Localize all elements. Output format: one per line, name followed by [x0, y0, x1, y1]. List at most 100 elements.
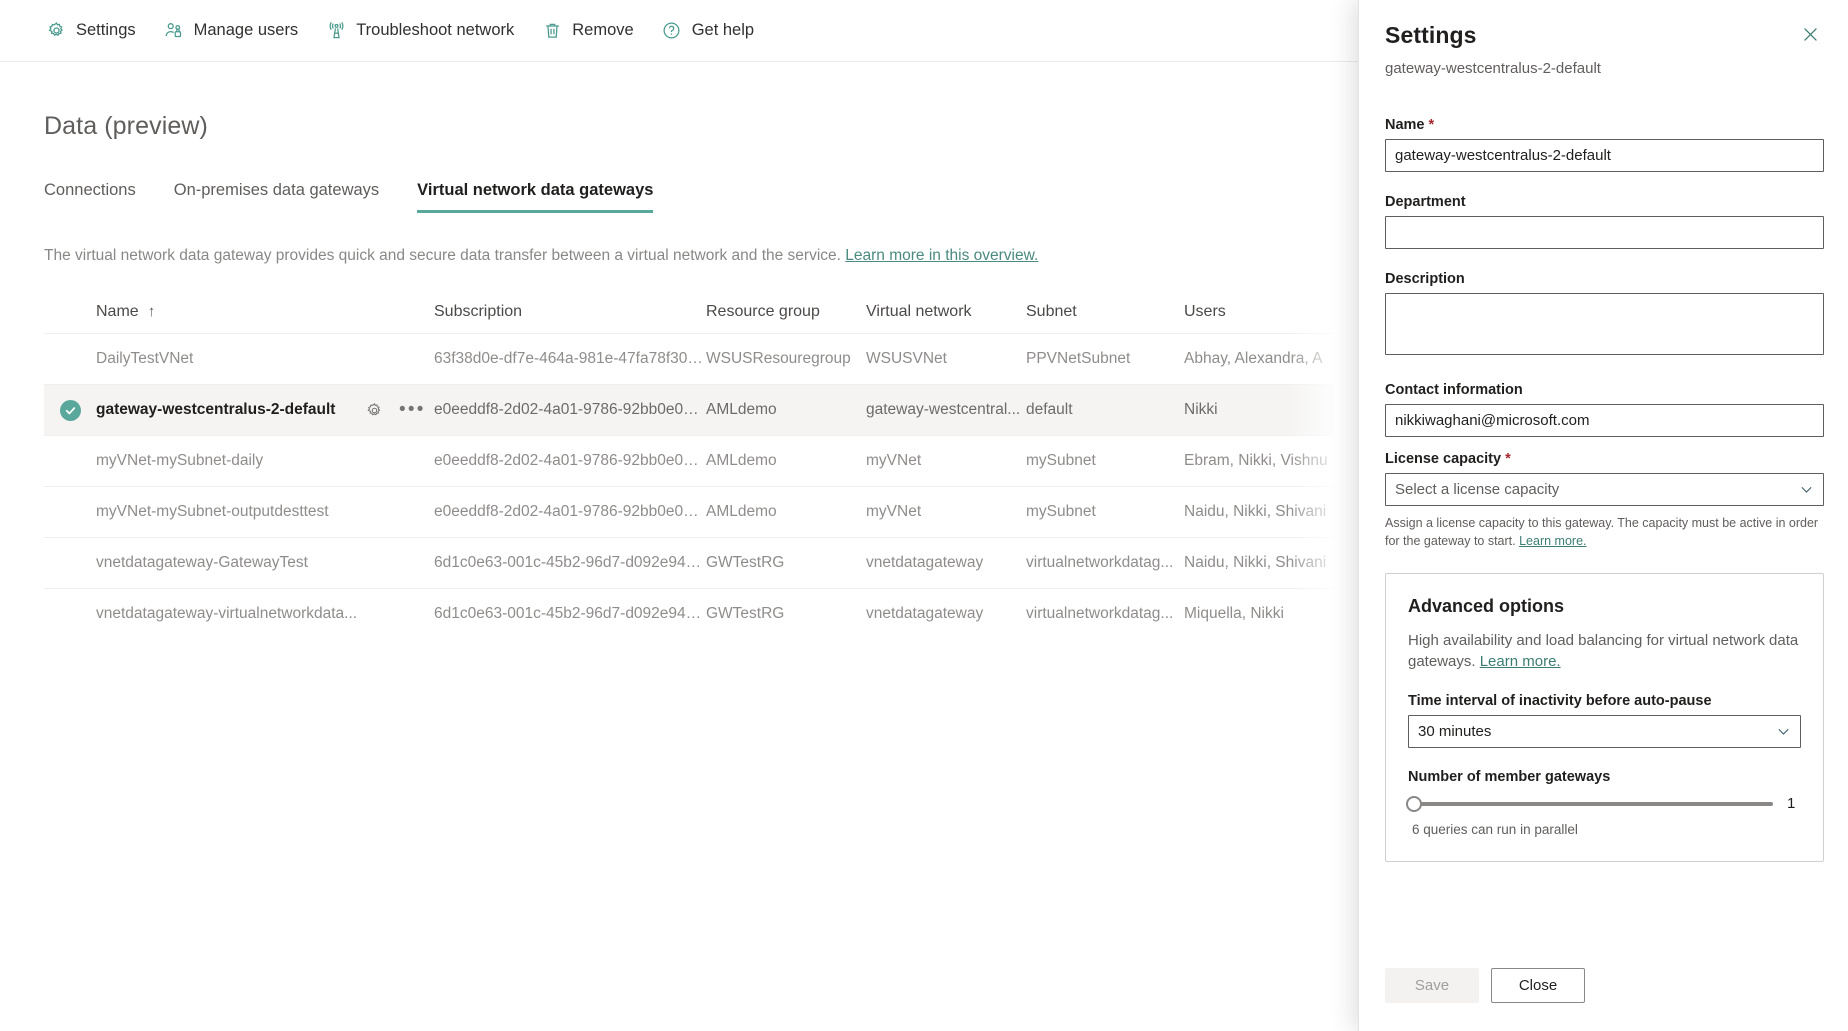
advanced-options-description-text: High availability and load balancing for…	[1408, 631, 1799, 670]
row-name: gateway-westcentralus-2-default	[96, 401, 336, 418]
save-button[interactable]: Save	[1385, 968, 1479, 1003]
table-header-row: Name ↑ Subscription Resource group Virtua…	[44, 303, 1334, 333]
member-gateways-slider[interactable]	[1406, 795, 1773, 812]
settings-panel-header: Settings	[1385, 22, 1824, 49]
command-get-help[interactable]: Get help	[648, 13, 768, 49]
table-header-virtual-network[interactable]: Virtual network	[866, 303, 1026, 321]
table-header-subscription[interactable]: Subscription	[434, 303, 706, 321]
table-header-resource-group[interactable]: Resource group	[706, 303, 866, 321]
row-name: vnetdatagateway-virtualnetworkdata...	[96, 605, 358, 622]
row-users: Abhay, Alexandra, A	[1184, 350, 1323, 367]
row-name: vnetdatagateway-GatewayTest	[96, 554, 308, 571]
row-selected-checkmark-icon	[59, 399, 81, 421]
command-remove[interactable]: Remove	[528, 13, 647, 49]
tab-list: Connections On-premises data gateways Vi…	[44, 181, 1314, 213]
command-get-help-label: Get help	[691, 21, 755, 39]
name-label-text: Name	[1385, 117, 1425, 133]
table-header-subnet[interactable]: Subnet	[1026, 303, 1184, 321]
row-subnet: default	[1026, 401, 1073, 418]
tab-on-premises-data-gateways[interactable]: On-premises data gateways	[174, 181, 379, 213]
row-virtual-network: WSUSVNet	[866, 350, 947, 367]
settings-panel-footer: Save Close	[1359, 968, 1848, 1031]
name-required-asterisk: *	[1428, 117, 1435, 133]
row-subnet: PPVNetSubnet	[1026, 350, 1131, 367]
row-resource-group: GWTestRG	[706, 554, 785, 571]
advanced-options-section: Advanced options High availability and l…	[1385, 572, 1824, 863]
row-virtual-network: vnetdatagateway	[866, 605, 984, 622]
description-field-group: Description	[1385, 271, 1824, 360]
row-name: myVNet-mySubnet-outputdesttest	[96, 503, 329, 520]
table-row[interactable]: myVNet-mySubnet-outputdesttest e0eeddf8-…	[44, 486, 1334, 537]
table-row[interactable]: vnetdatagateway-GatewayTest 6d1c0e63-001…	[44, 537, 1334, 588]
row-subnet: mySubnet	[1026, 452, 1096, 469]
command-troubleshoot-network-label: Troubleshoot network	[356, 21, 515, 39]
table-row[interactable]: gateway-westcentralus-2-default ••• e0ee…	[44, 384, 1334, 435]
table-header-name[interactable]: Name ↑	[96, 303, 366, 321]
description-label: Description	[1385, 271, 1465, 287]
row-name: DailyTestVNet	[96, 350, 194, 367]
row-more-options-icon[interactable]: •••	[399, 400, 426, 419]
command-manage-users[interactable]: Manage users	[150, 13, 313, 49]
command-settings-label: Settings	[76, 21, 136, 39]
contact-field-group: Contact information	[1385, 382, 1824, 437]
tab-virtual-network-data-gateways[interactable]: Virtual network data gateways	[417, 181, 654, 213]
auto-pause-dropdown[interactable]: 30 minutes	[1408, 715, 1801, 749]
row-subscription: e0eeddf8-2d02-4a01-9786-92bb0e0cb...	[434, 452, 706, 469]
license-required-asterisk: *	[1505, 451, 1511, 467]
close-icon[interactable]	[1797, 22, 1824, 47]
command-remove-label: Remove	[572, 21, 634, 39]
member-gateways-slider-thumb[interactable]	[1406, 795, 1422, 812]
app-root: Settings Manage users Troubleshoot netwo…	[0, 0, 1848, 1031]
main-content: Data (preview) Connections On-premises d…	[0, 62, 1358, 1031]
row-users: Ebram, Nikki, Vishnu	[1184, 452, 1328, 469]
command-manage-users-label: Manage users	[193, 21, 299, 39]
table-row[interactable]: DailyTestVNet 63f38d0e-df7e-464a-981e-47…	[44, 333, 1334, 384]
row-subscription: e0eeddf8-2d02-4a01-9786-92bb0e0cb...	[434, 401, 706, 418]
row-users: Naidu, Nikki, Shivani	[1184, 554, 1327, 571]
tab-connections[interactable]: Connections	[44, 181, 136, 213]
table-header-users[interactable]: Users	[1184, 303, 1384, 321]
row-subnet: mySubnet	[1026, 503, 1096, 520]
row-users: Nikki	[1184, 401, 1218, 418]
description-textarea[interactable]	[1385, 293, 1824, 355]
name-field-group: Name *	[1385, 117, 1824, 172]
license-capacity-dropdown[interactable]: Select a license capacity	[1385, 473, 1824, 506]
row-virtual-network: myVNet	[866, 503, 922, 520]
license-helper-learn-more-link[interactable]: Learn more.	[1519, 534, 1586, 548]
contact-information-label: Contact information	[1385, 382, 1523, 398]
row-resource-group: WSUSResouregroup	[706, 350, 851, 367]
department-label: Department	[1385, 194, 1466, 210]
advanced-options-title: Advanced options	[1408, 595, 1565, 616]
row-select-cell[interactable]	[44, 399, 96, 421]
contact-information-input[interactable]	[1385, 404, 1824, 437]
member-gateways-slider-row: 1	[1406, 795, 1801, 812]
table-row[interactable]: myVNet-mySubnet-daily e0eeddf8-2d02-4a01…	[44, 435, 1334, 486]
license-capacity-label-text: License capacity	[1385, 451, 1502, 467]
license-capacity-helper-text: Assign a license capacity to this gatewa…	[1385, 515, 1824, 551]
page-title: Data (preview)	[44, 112, 208, 140]
row-virtual-network: myVNet	[866, 452, 922, 469]
license-capacity-label: License capacity *	[1385, 451, 1824, 467]
member-gateways-label: Number of member gateways	[1408, 769, 1611, 786]
gear-icon	[46, 21, 66, 41]
row-settings-gear-icon[interactable]	[366, 402, 383, 419]
table-header-name-label: Name	[96, 303, 139, 320]
row-subscription: 6d1c0e63-001c-45b2-96d7-d092e94c8...	[434, 554, 706, 571]
manage-users-icon	[164, 21, 184, 41]
intro-learn-more-link[interactable]: Learn more in this overview.	[845, 247, 1038, 264]
auto-pause-selected-value: 30 minutes	[1418, 723, 1492, 741]
name-input[interactable]	[1385, 139, 1824, 172]
department-field-group: Department	[1385, 194, 1824, 249]
auto-pause-label: Time interval of inactivity before auto-…	[1408, 693, 1712, 710]
table-row[interactable]: vnetdatagateway-virtualnetworkdata... 6d…	[44, 588, 1334, 639]
row-resource-group: GWTestRG	[706, 605, 785, 622]
network-tower-icon	[326, 21, 346, 41]
close-button[interactable]: Close	[1491, 968, 1585, 1003]
license-helper-description: Assign a license capacity to this gatewa…	[1385, 516, 1819, 548]
advanced-options-description: High availability and load balancing for…	[1408, 630, 1801, 673]
row-resource-group: AMLdemo	[706, 503, 777, 520]
advanced-options-learn-more-link[interactable]: Learn more.	[1480, 653, 1561, 670]
command-troubleshoot-network[interactable]: Troubleshoot network	[312, 13, 528, 49]
command-settings[interactable]: Settings	[32, 13, 150, 49]
department-input[interactable]	[1385, 216, 1824, 249]
